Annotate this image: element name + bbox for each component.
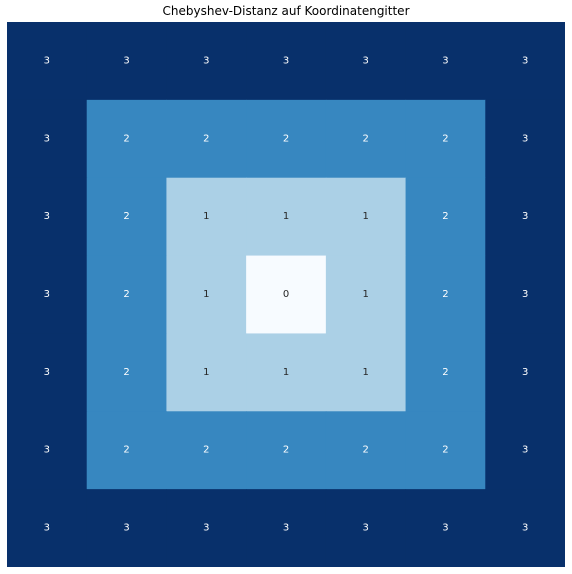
cell-value-label: 3: [363, 523, 369, 534]
cell-value-label: 1: [283, 211, 289, 222]
cell-value-label: 2: [442, 367, 448, 378]
cell-value-label: 2: [203, 445, 209, 456]
cell-value-label: 3: [44, 55, 50, 66]
cell-value-label: 3: [522, 133, 528, 144]
cell-value-label: 3: [123, 55, 129, 66]
cell-value-label: 3: [44, 523, 50, 534]
cell-value-label: 3: [522, 367, 528, 378]
cell-value-label: 2: [203, 133, 209, 144]
cell-value-label: 3: [283, 523, 289, 534]
cell-value-label: 3: [283, 55, 289, 66]
chart-title: Chebyshev-Distanz auf Koordinatengitter: [162, 4, 410, 18]
cell-value-label: 3: [44, 367, 50, 378]
cell-value-label: 2: [442, 211, 448, 222]
cell-value-label: 3: [522, 55, 528, 66]
cell-value-label: 3: [522, 289, 528, 300]
cell-value-label: 2: [442, 289, 448, 300]
cell-value-label: 0: [283, 289, 289, 300]
cell-value-label: 3: [203, 55, 209, 66]
cell-value-label: 3: [522, 211, 528, 222]
cell-value-label: 3: [442, 55, 448, 66]
cell-value-label: 1: [363, 289, 369, 300]
cell-value-label: 2: [363, 133, 369, 144]
cell-value-label: 1: [363, 367, 369, 378]
cell-value-label: 1: [203, 211, 209, 222]
cell-value-label: 3: [44, 289, 50, 300]
cell-value-label: 2: [123, 133, 129, 144]
cell-value-label: 1: [283, 367, 289, 378]
cell-value-label: 3: [442, 523, 448, 534]
cell-value-label: 3: [123, 523, 129, 534]
cell-value-label: 2: [123, 289, 129, 300]
cell-value-label: 2: [283, 133, 289, 144]
cell-value-label: 2: [363, 445, 369, 456]
cell-value-label: 1: [363, 211, 369, 222]
cell-value-label: 3: [44, 445, 50, 456]
cell-value-label: 2: [442, 133, 448, 144]
cell-value-label: 2: [123, 211, 129, 222]
cell-value-label: 2: [283, 445, 289, 456]
cell-value-label: 3: [203, 523, 209, 534]
cell-value-label: 2: [123, 445, 129, 456]
cell-value-label: 3: [522, 445, 528, 456]
cell-value-label: 3: [522, 523, 528, 534]
cell-value-label: 3: [44, 133, 50, 144]
cell-value-label: 2: [123, 367, 129, 378]
cell-value-label: 1: [203, 289, 209, 300]
cell-value-label: 1: [203, 367, 209, 378]
cell-value-label: 3: [363, 55, 369, 66]
cell-value-label: 3: [44, 211, 50, 222]
heatmap: 3 3 3 3 3 3 3 3 2 2 2 2 2 3 3 2 1 1 1 2 3 3 2 1 0 1 2 3 3 2 1 1 1 2 3 3 2 2 2 2…: [7, 22, 565, 567]
cell-value-label: 2: [442, 445, 448, 456]
